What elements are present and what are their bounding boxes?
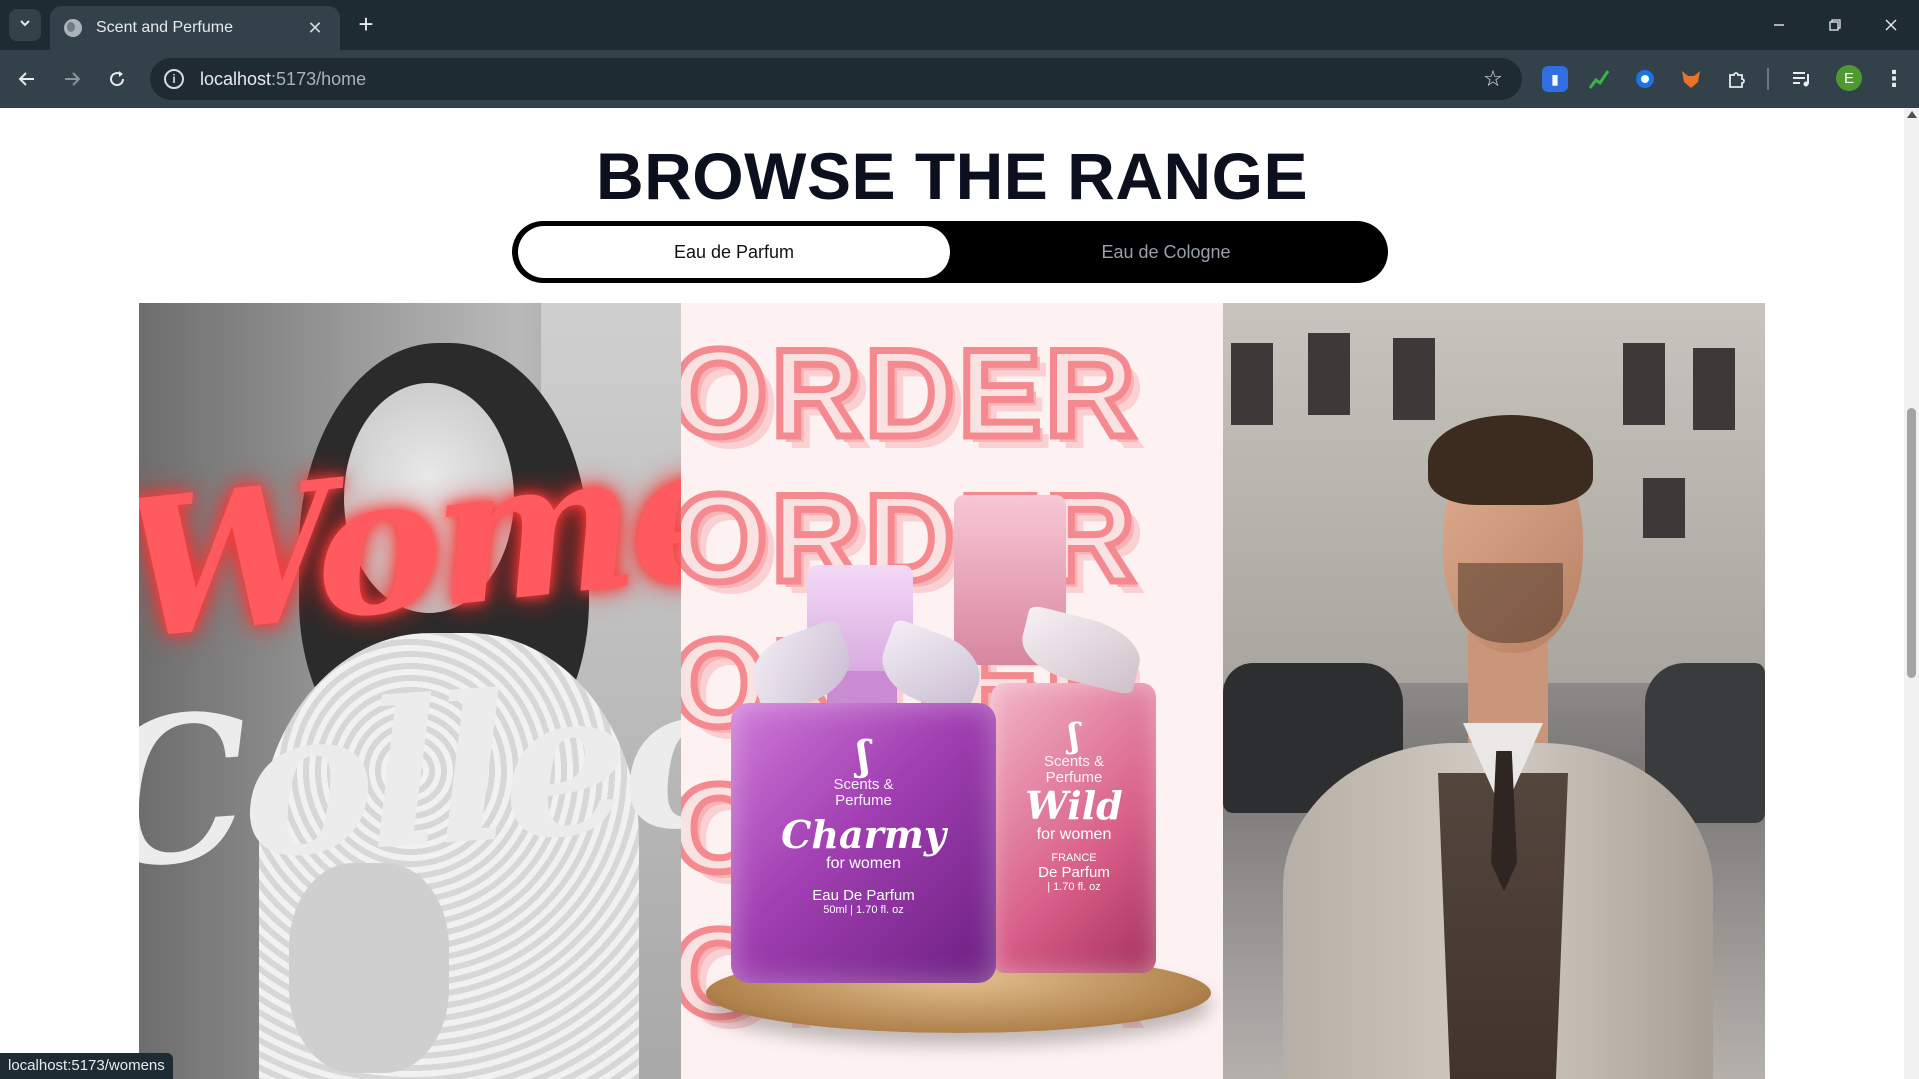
page-content: BROWSE THE RANGE Eau de Parfum Eau de Co… <box>0 108 1904 1079</box>
tab-search-button[interactable] <box>9 9 41 41</box>
browser-toolbar: i localhost:5173/home ☆ ▮ E ⋮ <box>0 50 1919 108</box>
puzzle-icon[interactable] <box>1724 66 1750 92</box>
toolbar-divider <box>1767 68 1769 90</box>
wild-bottle-label: ʃ Scents & Perfume Wild for women FRANCE… <box>999 718 1149 893</box>
new-tab-button[interactable]: + <box>352 11 380 39</box>
star-icon[interactable]: ☆ <box>1478 66 1508 92</box>
fragrance-type-toggle: Eau de Parfum Eau de Cologne <box>512 221 1388 283</box>
extension-chart-icon[interactable] <box>1586 66 1612 92</box>
backdrop-word: ORDER <box>681 322 1139 467</box>
extension-shield-icon[interactable]: ▮ <box>1542 66 1568 92</box>
tab-title: Scent and Perfume <box>96 19 233 36</box>
globe-icon <box>64 19 82 37</box>
back-button[interactable] <box>11 63 43 95</box>
close-window-button[interactable] <box>1863 0 1919 50</box>
featured-perfume-card[interactable]: ORDER ORDER ORDER ORDER ORDER ʃ Scents &… <box>681 303 1223 1079</box>
three-dots-icon[interactable]: ⋮ <box>1880 63 1908 95</box>
extension-fox-icon[interactable] <box>1678 66 1704 92</box>
info-icon[interactable]: i <box>164 69 184 89</box>
arrow-right-icon <box>65 72 81 86</box>
page-scrollbar[interactable] <box>1904 108 1919 1079</box>
address-bar[interactable]: i localhost:5173/home ☆ <box>150 58 1522 100</box>
close-icon <box>1885 19 1897 31</box>
restore-icon <box>1829 19 1841 31</box>
link-status-bar: localhost:5173/womens <box>0 1053 173 1079</box>
collection-cards: Women's Collection ORDER ORDER ORDER ORD… <box>139 303 1765 1079</box>
toggle-eau-de-cologne[interactable]: Eau de Cologne <box>950 226 1382 278</box>
charmy-bottle-label: ʃ Scents & Perfume Charmy for women Eau … <box>751 732 976 917</box>
reload-button[interactable] <box>101 63 133 95</box>
minimize-button[interactable] <box>1751 0 1807 50</box>
close-tab-button[interactable]: ✕ <box>304 19 326 37</box>
forward-button[interactable] <box>56 63 88 95</box>
extension-target-icon[interactable] <box>1632 66 1658 92</box>
url-text[interactable]: localhost:5173/home <box>200 69 1478 90</box>
profile-avatar[interactable]: E <box>1836 65 1862 91</box>
womens-collection-card[interactable]: Women's Collection <box>139 303 681 1079</box>
minimize-icon <box>1774 24 1784 26</box>
media-controls-icon[interactable] <box>1789 66 1815 92</box>
brand-logo-icon: ʃ <box>856 732 871 779</box>
active-tab[interactable]: Scent and Perfume ✕ <box>50 6 340 50</box>
toggle-eau-de-parfum[interactable]: Eau de Parfum <box>518 226 950 278</box>
brand-logo-icon: ʃ <box>1068 716 1080 756</box>
mens-collection-card[interactable] <box>1223 303 1765 1079</box>
scroll-up-icon[interactable] <box>1907 111 1917 118</box>
page-title: BROWSE THE RANGE <box>595 139 1309 213</box>
chevron-down-icon <box>18 16 32 35</box>
reload-icon <box>110 71 125 87</box>
scroll-thumb[interactable] <box>1907 408 1916 678</box>
arrow-left-icon <box>18 72 34 86</box>
tab-strip: Scent and Perfume ✕ + <box>0 0 1919 50</box>
window-controls <box>1751 0 1919 50</box>
restore-button[interactable] <box>1807 0 1863 50</box>
